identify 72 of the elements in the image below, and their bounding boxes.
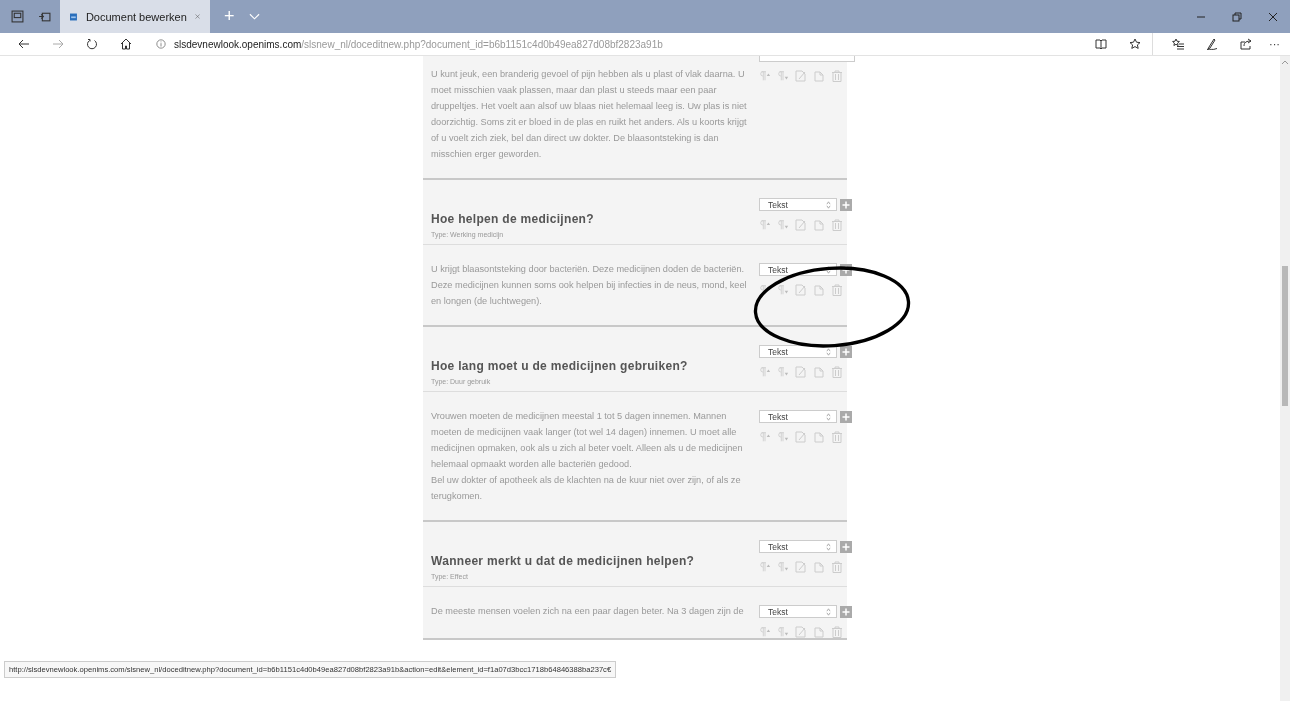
paragraph-down-icon[interactable] [777,366,789,378]
paragraph-text: Deze medicijnen kunnen soms ook helpen bij infecties in de neus, mond, keel en longen (de luchtwegen). [431,279,748,308]
up-down-arrows-icon [826,347,831,356]
edit-document-icon[interactable] [795,561,807,573]
paragraph-text: Bel uw dokter of apotheek als de klachten na de kuur niet over zijn, of als ze terugkomen. [431,474,742,503]
tab-title: Document bewerken [85,10,187,23]
share-icon[interactable] [1240,38,1252,50]
edit-document-icon[interactable] [795,431,807,443]
edit-document-icon[interactable] [795,626,807,638]
copy-icon[interactable] [813,284,825,296]
copy-icon[interactable] [813,626,825,638]
copy-icon[interactable] [813,366,825,378]
up-down-arrows-icon [826,607,831,616]
paragraph-down-icon[interactable] [777,284,789,296]
paragraph-text: De meeste mensen voelen zich na een paar dagen beter. Na 3 dagen zijn de [431,605,745,618]
edit-document-icon[interactable] [795,366,807,378]
trash-icon[interactable] [831,284,843,296]
pen-icon[interactable] [1206,38,1218,50]
book-icon[interactable] [1095,38,1107,50]
section-heading: Wanneer merkt u dat de medicijnen helpen? [431,554,696,568]
trash-icon[interactable] [831,626,843,638]
type-select[interactable]: Tekst [759,345,837,358]
scroll-up-icon[interactable] [1281,59,1289,65]
section-heading: Hoe lang moet u de medicijnen gebruiken? [431,359,689,373]
paragraph-down-icon[interactable] [777,70,789,82]
up-down-arrows-icon [826,200,831,209]
paragraph-down-icon[interactable] [777,561,789,573]
scrollbar[interactable] [1280,56,1290,701]
type-select[interactable]: Tekst [759,410,837,423]
trash-icon[interactable] [831,561,843,573]
close-window-icon[interactable] [1268,11,1278,22]
chevron-down-icon[interactable] [248,12,260,21]
more-button[interactable]: ··· [1269,38,1280,50]
restore-icon[interactable] [1232,11,1242,22]
edit-document-icon[interactable] [795,284,807,296]
scrollbar-thumb[interactable] [1282,266,1288,406]
paragraph-text: U krijgt blaasontsteking door bacteriën. Deze medicijnen doden de bacteriën. [431,263,746,276]
type-select[interactable]: Tekst [759,198,837,211]
refresh-icon[interactable] [86,38,98,50]
paragraph-down-icon[interactable] [777,431,789,443]
trash-icon[interactable] [831,431,843,443]
trash-icon[interactable] [831,366,843,378]
copy-icon[interactable] [813,70,825,82]
info-icon [156,39,166,49]
trash-icon[interactable] [831,70,843,82]
home-icon[interactable] [120,38,132,50]
address-bar[interactable]: slsdevnewlook.openims.com/slsnew_nl/doceditnew.php?document_id=b6b1151c4d0b49ea827d08bf2823a91b [156,33,1153,55]
type-select[interactable]: Tekst [759,540,837,553]
edit-document-icon[interactable] [795,219,807,231]
trash-icon[interactable] [831,219,843,231]
copy-icon[interactable] [813,431,825,443]
back-icon[interactable] [18,38,30,50]
tab-restore-icon[interactable] [38,10,51,23]
paragraph-text: U kunt jeuk, een branderig gevoel of pijn hebben als u plast of vlak daarna. U moet misschien vaak plassen, maar dan plast u steeds maar een paar druppeltjes. Het voelt aan alsof uw blaas niet helemaal leeg is. Uw plas is niet doorzichtig. Soms zit er bloed in de plas en ruikt het anders. Als u koorts krijgt of u voelt zich ziek, bel dan direct uw dokter. De blaasontsteking is dan misschien erger geworden. [431,68,748,161]
up-down-arrows-icon [826,265,831,274]
section-heading: Hoe helpen de medicijnen? [431,212,595,226]
url-text: slsdevnewlook.openims.com/slsnew_nl/doceditnew.php?document_id=b6b1151c4d0b49ea827d08bf2823a91b [174,38,663,50]
close-tab-icon[interactable] [194,12,200,21]
tabs-aside-icon[interactable] [11,10,24,23]
favorites-list-icon[interactable] [1172,38,1184,50]
up-down-arrows-icon [826,542,831,551]
browser-tab[interactable]: Document bewerken [60,0,210,33]
star-icon[interactable] [1129,38,1141,50]
type-select[interactable]: Tekst [759,605,837,618]
forward-icon[interactable] [52,38,64,50]
edit-document-icon[interactable] [795,70,807,82]
up-down-arrows-icon [826,412,831,421]
copy-icon[interactable] [813,561,825,573]
paragraph-down-icon[interactable] [777,219,789,231]
paragraph-down-icon[interactable] [777,626,789,638]
copy-icon[interactable] [813,219,825,231]
paragraph-text: Vrouwen moeten de medicijnen meestal 1 tot 5 dagen innemen. Mannen moeten de medicijnen vaak langer (tot wel 14 dagen) innemen. U moet alle medicijnen opmaken, ook als u zich al beter voelt. Alleen als u de medicijnen helemaal opmaakt worden alle bacteriën gedood. [431,410,744,471]
